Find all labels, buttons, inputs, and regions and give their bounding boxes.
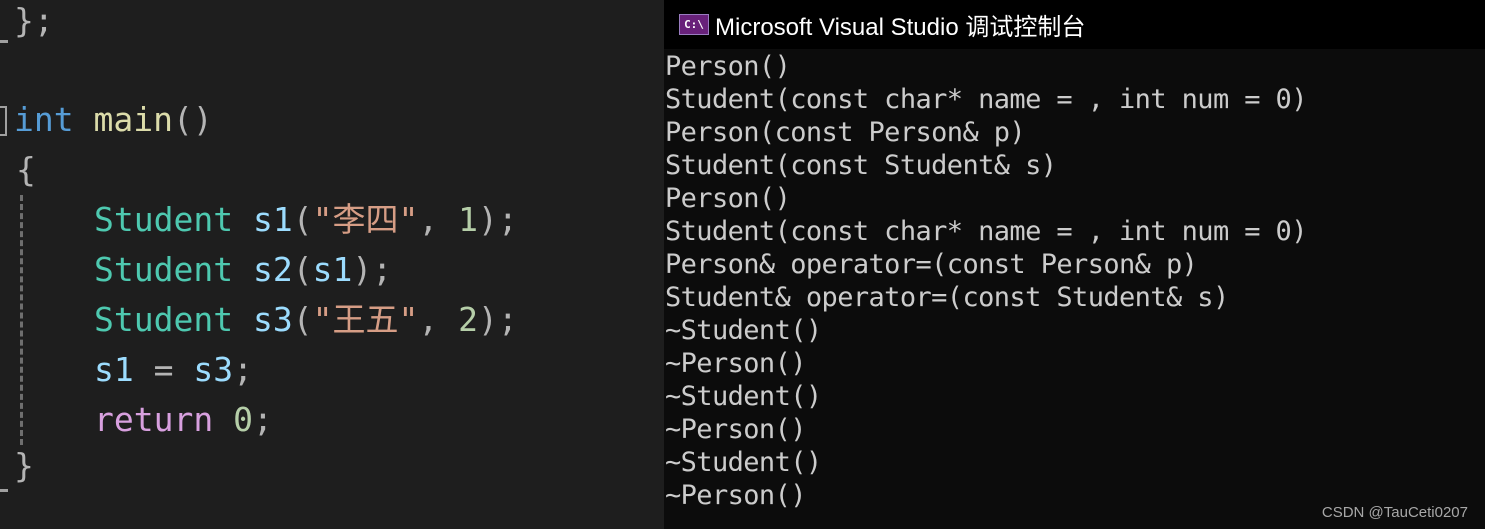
- code-token: Student: [94, 250, 234, 289]
- code-line[interactable]: int main(): [14, 95, 213, 145]
- console-output-line: Person(): [665, 51, 791, 82]
- console-output-line: ~Student(): [665, 381, 822, 412]
- code-token: ;: [233, 350, 253, 389]
- code-token: int: [14, 100, 74, 139]
- console-output-line: ~Person(): [665, 348, 807, 379]
- code-token: main: [93, 100, 173, 139]
- console-output-line: Student(const char* name = , int num = 0…: [665, 216, 1307, 247]
- code-line[interactable]: Student s1("李四", 1);: [14, 195, 518, 245]
- code-token: Student: [94, 200, 234, 239]
- console-output-line: Student(const Student& s): [665, 150, 1057, 181]
- code-token: );: [352, 250, 393, 289]
- code-line[interactable]: {: [16, 145, 36, 195]
- code-line[interactable]: s1 = s3;: [14, 345, 253, 395]
- code-token: s3: [193, 350, 234, 389]
- outline-end-marker: [0, 40, 8, 43]
- code-token: 0: [233, 400, 253, 439]
- console-output-line: Person(): [665, 183, 791, 214]
- outline-end-marker: [0, 489, 8, 492]
- code-line[interactable]: return 0;: [14, 395, 273, 445]
- code-token: (): [172, 100, 213, 139]
- code-line[interactable]: Student s2(s1);: [14, 245, 392, 295]
- code-token: {: [16, 150, 36, 189]
- code-token: (: [292, 200, 313, 239]
- console-title: Microsoft Visual Studio 调试控制台: [715, 14, 1086, 41]
- code-token: 1: [458, 200, 478, 239]
- code-line[interactable]: Student s3("王五", 2);: [14, 295, 518, 345]
- code-token: s3: [252, 300, 293, 339]
- code-token: "李四": [312, 200, 419, 239]
- code-line[interactable]: };: [14, 0, 54, 46]
- console-output: Person() Student(const char* name = , int…: [665, 50, 1307, 512]
- code-editor[interactable]: }; int main() { Student s1("李四", 1); Stu…: [0, 0, 664, 529]
- collapse-toggle[interactable]: [0, 106, 7, 136]
- code-token: ,: [418, 300, 459, 339]
- code-token: =: [133, 350, 194, 389]
- console-output-line: ~Person(): [665, 414, 807, 445]
- code-token: (: [292, 300, 313, 339]
- code-token: };: [14, 1, 54, 40]
- console-app-icon: C:\: [679, 14, 709, 35]
- code-token: s1: [252, 200, 293, 239]
- console-output-line: Student& operator=(const Student& s): [665, 282, 1229, 313]
- code-token: ;: [252, 400, 273, 439]
- code-token: Student: [94, 300, 234, 339]
- code-line[interactable]: }: [14, 441, 34, 491]
- code-token: return: [94, 400, 214, 439]
- console-output-line: Student(const char* name = , int num = 0…: [665, 84, 1307, 115]
- code-token: );: [477, 200, 518, 239]
- code-token: s1: [94, 350, 134, 389]
- debug-console-window[interactable]: C:\ Microsoft Visual Studio 调试控制台 Person…: [664, 0, 1485, 529]
- console-output-line: Person(const Person& p): [665, 117, 1026, 148]
- console-output-line: ~Person(): [665, 480, 807, 511]
- code-token: (: [292, 250, 313, 289]
- console-title-bar[interactable]: C:\ Microsoft Visual Studio 调试控制台: [664, 0, 1485, 49]
- code-token: s1: [312, 250, 353, 289]
- code-token: }: [14, 446, 34, 485]
- console-output-line: ~Student(): [665, 447, 822, 478]
- console-output-line: ~Student(): [665, 315, 822, 346]
- code-token: 2: [458, 300, 478, 339]
- code-token: s2: [252, 250, 293, 289]
- code-token: "王五": [312, 300, 419, 339]
- code-token: );: [477, 300, 518, 339]
- console-output-line: Person& operator=(const Person& p): [665, 249, 1198, 280]
- code-token: ,: [418, 200, 459, 239]
- watermark: CSDN @TauCeti0207: [1321, 504, 1468, 521]
